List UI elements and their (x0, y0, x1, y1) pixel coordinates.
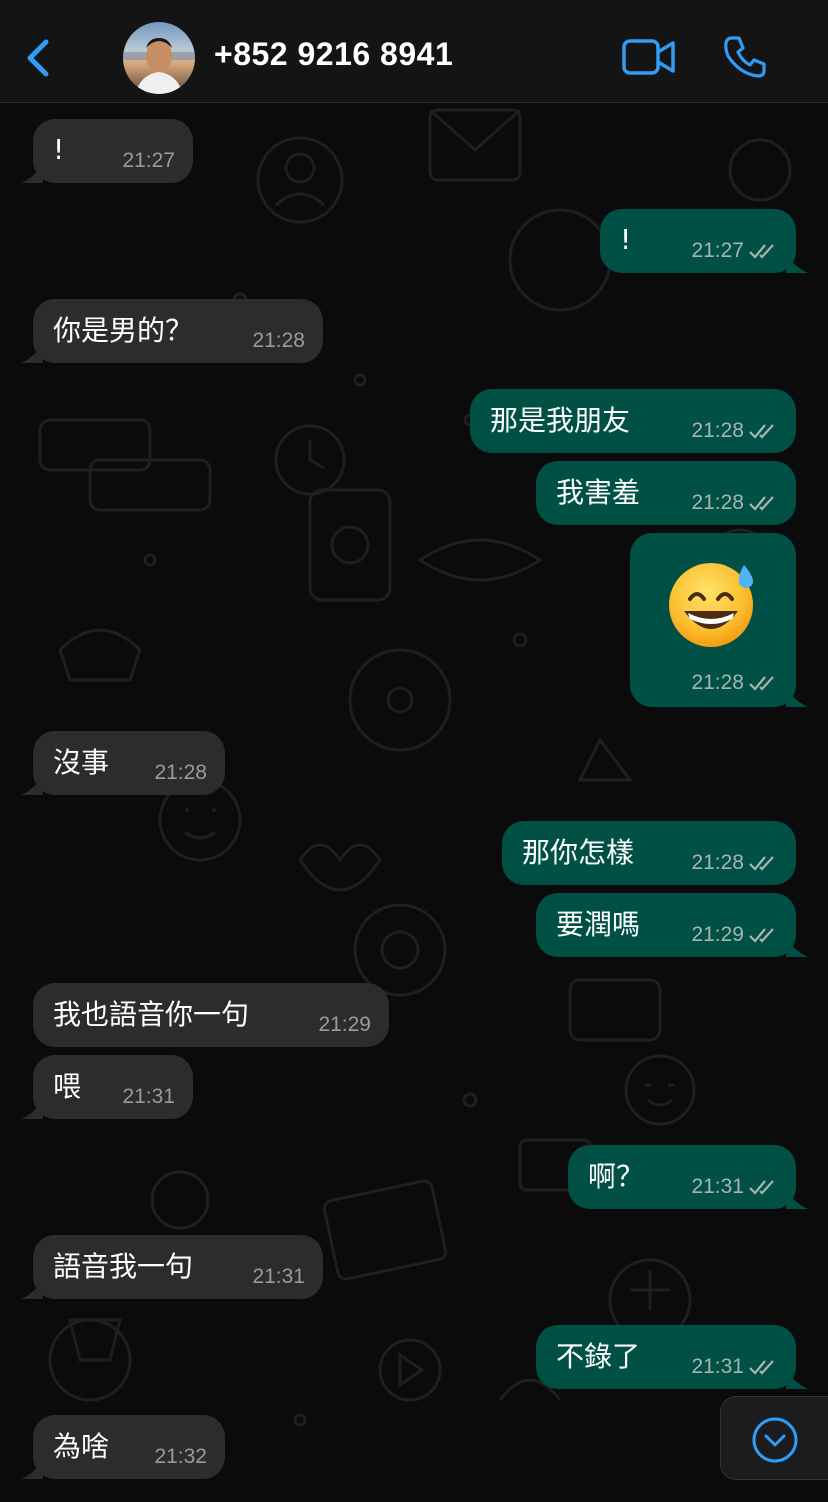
back-button[interactable] (20, 34, 60, 82)
bubble-tail (21, 775, 43, 795)
message-time: 21:28 (154, 761, 207, 784)
message-time: 21:29 (691, 923, 744, 946)
bubble-tail (21, 343, 43, 363)
outgoing-message[interactable]: 要潤嗎 21:29 (536, 893, 808, 957)
bubble-tail (786, 937, 808, 957)
outgoing-message[interactable]: 啊？ 21:31 (568, 1145, 808, 1209)
message-text: ! (620, 223, 632, 256)
message-meta: 21:32 (154, 1445, 207, 1469)
incoming-message[interactable]: 我也語音你一句 21:29 (33, 983, 389, 1047)
double-check-icon (749, 424, 774, 439)
voice-call-button[interactable] (722, 34, 768, 80)
message-text: 沒事 (53, 746, 110, 779)
message-meta: 21:28 (691, 419, 778, 443)
chat-header: +852 9216 8941 (0, 0, 828, 103)
message-time: 21:32 (154, 1445, 207, 1468)
bubble-tail (21, 1279, 43, 1299)
message-meta: 21:28 (691, 671, 778, 695)
message-meta: 21:28 (691, 851, 778, 875)
outgoing-message[interactable]: 我害羞 21:28 (536, 461, 796, 525)
message-text: 我也語音你一句 (53, 998, 250, 1031)
message-meta: 21:31 (691, 1355, 778, 1379)
message-meta: 21:28 (154, 761, 207, 785)
message-meta: 21:31 (691, 1175, 778, 1199)
message-text: 要潤嗎 (556, 908, 641, 941)
outgoing-message[interactable]: 那你怎樣 21:28 (502, 821, 796, 885)
message-meta: 21:27 (691, 239, 778, 263)
message-time: 21:29 (318, 1013, 371, 1036)
double-check-icon (749, 856, 774, 871)
message-meta: 21:27 (122, 149, 175, 173)
message-time: 21:31 (122, 1085, 175, 1108)
message-time: 21:28 (252, 329, 305, 352)
contact-avatar[interactable] (123, 22, 195, 94)
outgoing-message[interactable]: ! 21:27 (600, 209, 808, 273)
message-text: 不錄了 (556, 1340, 641, 1373)
message-time: 21:31 (691, 1355, 744, 1378)
message-text: 我害羞 (556, 476, 641, 509)
bubble-tail (786, 687, 808, 707)
message-list[interactable]: ! 21:27 ! 21:27 你是男的？ 21:28 那是我朋友 21:28 … (0, 103, 828, 1502)
video-call-button[interactable] (622, 38, 676, 76)
bubble-tail (21, 1459, 43, 1479)
bubble-tail (786, 1189, 808, 1209)
message-text: 你是男的？ (53, 314, 194, 347)
double-check-icon (749, 1180, 774, 1195)
message-time: 21:27 (691, 239, 744, 262)
phone-icon (724, 36, 766, 78)
contact-name[interactable]: +852 9216 8941 (214, 36, 453, 73)
incoming-message[interactable]: 你是男的？ 21:28 (21, 299, 323, 363)
bubble-tail (21, 1099, 43, 1119)
message-text: 那你怎樣 (522, 836, 635, 869)
double-check-icon (749, 928, 774, 943)
message-text: ! (53, 133, 65, 166)
chevron-down-circle-icon (752, 1417, 798, 1463)
incoming-message[interactable]: ! 21:27 (21, 119, 193, 183)
message-time: 21:28 (691, 851, 744, 874)
video-camera-icon (622, 39, 675, 75)
outgoing-emoji-message[interactable]: 21:28 (630, 533, 808, 707)
message-time: 21:28 (691, 419, 744, 442)
message-meta: 21:29 (691, 923, 778, 947)
incoming-message[interactable]: 語音我一句 21:31 (21, 1235, 323, 1299)
message-time: 21:28 (691, 491, 744, 514)
message-meta: 21:28 (691, 491, 778, 515)
message-time: 21:31 (691, 1175, 744, 1198)
grinning-sweat-emoji (666, 555, 760, 649)
message-text: 為啥 (53, 1430, 110, 1463)
scroll-to-bottom-button[interactable] (720, 1396, 828, 1480)
message-time: 21:28 (691, 671, 744, 694)
incoming-message[interactable]: 為啥 21:32 (21, 1415, 225, 1479)
message-text: 啊？ (588, 1160, 645, 1193)
bubble-tail (786, 253, 808, 273)
message-time: 21:31 (252, 1265, 305, 1288)
incoming-message[interactable]: 沒事 21:28 (21, 731, 225, 795)
message-text: 語音我一句 (53, 1250, 194, 1283)
outgoing-message[interactable]: 那是我朋友 21:28 (470, 389, 796, 453)
message-meta: 21:29 (318, 1013, 371, 1037)
outgoing-message[interactable]: 不錄了 21:31 (536, 1325, 808, 1389)
message-text: 那是我朋友 (490, 404, 631, 437)
bubble-tail (21, 163, 43, 183)
double-check-icon (749, 676, 774, 691)
message-text: 喂 (53, 1070, 82, 1103)
chevron-left-icon (27, 39, 49, 77)
message-meta: 21:31 (122, 1085, 175, 1109)
message-meta: 21:31 (252, 1265, 305, 1289)
incoming-message[interactable]: 喂 21:31 (21, 1055, 193, 1119)
message-time: 21:27 (122, 149, 175, 172)
double-check-icon (749, 244, 774, 259)
double-check-icon (749, 496, 774, 511)
double-check-icon (749, 1360, 774, 1375)
bubble-tail (786, 1369, 808, 1389)
message-meta: 21:28 (252, 329, 305, 353)
